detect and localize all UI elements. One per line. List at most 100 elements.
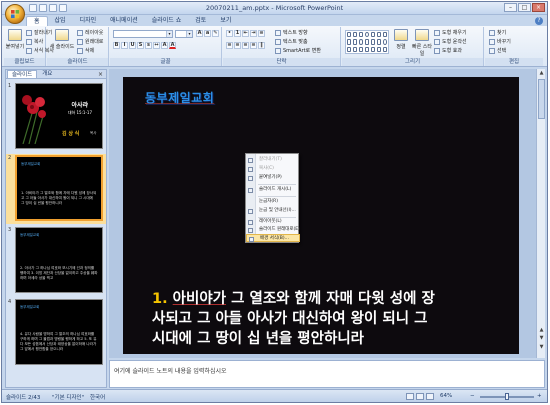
rectangle-shape-icon[interactable] — [371, 32, 375, 38]
tab-home[interactable]: 홈 — [26, 16, 48, 26]
columns-icon[interactable]: ‖ — [258, 42, 265, 49]
maximize-button[interactable]: □ — [518, 3, 531, 12]
shadow-icon[interactable]: s — [145, 42, 152, 49]
tab-view[interactable]: 보기 — [213, 16, 238, 26]
tab-slideshow[interactable]: 슬라이드 쇼 — [145, 16, 189, 26]
slide-thumbnail-1[interactable]: 1 아사랴 대하 15:1-17 김 상 식 목사 — [6, 82, 106, 152]
copy-button[interactable]: 복사 — [26, 38, 43, 45]
office-button[interactable] — [5, 4, 25, 24]
menu-item-format-background[interactable]: 배경 서식(B)... — [246, 234, 300, 242]
increase-indent-icon[interactable]: ⇥ — [250, 30, 257, 37]
star-shape-icon[interactable] — [371, 39, 375, 45]
scrollbar-thumb[interactable] — [538, 79, 545, 119]
zoom-level[interactable]: 64% — [440, 393, 452, 399]
line-shape-icon[interactable] — [383, 32, 387, 38]
arrow-shape-icon[interactable] — [359, 32, 363, 38]
text-direction-button[interactable]: 텍스트 방향 — [275, 29, 308, 36]
clear-format-icon[interactable]: ✎ — [212, 30, 219, 37]
shape-effects-button[interactable]: 도형 효과 — [434, 47, 462, 54]
layout-button[interactable]: 레이아웃 — [77, 29, 103, 36]
triangle-shape-icon[interactable] — [377, 32, 381, 38]
slide-thumbnail-4[interactable]: 4 동부제일교회 4. 유다 사람을 명하여 그 열조의 하나님 여호와를 구하… — [6, 298, 106, 368]
replace-button[interactable]: 바꾸기 — [489, 38, 511, 45]
select-button[interactable]: 선택 — [489, 47, 506, 54]
curve-shape-icon[interactable] — [377, 39, 381, 45]
oval-shape-icon[interactable] — [365, 32, 369, 38]
tab-animations[interactable]: 애니메이션 — [103, 16, 145, 26]
scroll-up-icon[interactable]: ▲ — [538, 70, 545, 77]
close-pane-icon[interactable]: × — [98, 71, 103, 78]
align-left-icon[interactable]: ≡ — [226, 42, 233, 49]
menu-item-grid-guides[interactable]: 눈금 및 안내선(I)... — [246, 207, 300, 215]
font-name-combo[interactable]: ▾ — [113, 30, 173, 38]
quick-styles-button[interactable]: 빠른 스타일 — [412, 29, 432, 57]
bullets-icon[interactable]: • — [226, 30, 233, 37]
tab-insert[interactable]: 삽입 — [48, 16, 73, 26]
italic-icon[interactable]: I — [121, 42, 128, 49]
bold-icon[interactable]: B — [113, 42, 120, 49]
rounded-rect-shape-icon[interactable] — [359, 39, 363, 45]
menu-item-paste[interactable]: 붙여넣기(P) — [246, 174, 300, 182]
line-spacing-icon[interactable]: ≡ — [258, 30, 265, 37]
align-center-icon[interactable]: ≡ — [234, 42, 241, 49]
grow-font-icon[interactable]: A — [196, 30, 203, 37]
new-slide-button[interactable]: 새 슬라이드 — [49, 29, 75, 56]
scroll-up-icon[interactable]: ▲ — [538, 327, 545, 334]
tab-outline[interactable]: 개요 — [38, 70, 56, 78]
scroll-down-icon[interactable]: ▼ — [538, 344, 545, 351]
vertical-scrollbar[interactable]: ▲ ▲ ▼ ▼ — [536, 69, 545, 358]
language-indicator[interactable]: 한국어 — [90, 393, 105, 401]
underline-icon[interactable]: U — [129, 42, 136, 49]
numbering-icon[interactable]: 1 — [234, 30, 241, 37]
slide-thumbnail-2[interactable]: 2 동부제일교회 1. 아비야가 그 열조와 함께 자매 다윗 성에 장사되고 … — [6, 154, 106, 224]
slide-thumbnail-3[interactable]: 3 동부제일교회 2. 아사가 그 하나님 여호와 보시기에 선과 정의를 행하… — [6, 226, 106, 296]
arrow-shape-icon[interactable] — [353, 39, 357, 45]
menu-item-cut[interactable]: 잘라내기(T) — [246, 156, 300, 164]
decrease-indent-icon[interactable]: ⇤ — [242, 30, 249, 37]
shrink-font-icon[interactable]: a — [204, 30, 211, 37]
strikethrough-icon[interactable]: S — [137, 42, 144, 49]
font-color-icon[interactable]: A — [169, 42, 176, 49]
menu-item-ruler[interactable]: 눈금자(R) — [246, 198, 300, 206]
arrow-shape-icon[interactable] — [347, 46, 351, 52]
normal-view-icon[interactable] — [406, 393, 414, 400]
tab-design[interactable]: 디자인 — [73, 16, 104, 26]
slideshow-icon[interactable] — [426, 393, 434, 400]
zoom-in-icon[interactable]: + — [537, 393, 542, 399]
paste-button[interactable]: 붙여넣기 — [5, 29, 25, 56]
rectangle-shape-icon[interactable] — [371, 46, 375, 52]
textbox-shape-icon[interactable] — [347, 39, 351, 45]
smartart-button[interactable]: SmartArt로 변환 — [275, 47, 321, 54]
verse-textbox[interactable]: 1. 아비야가 그 열조와 함께 자매 다윗 성에 장 사되고 그 아들 아사가… — [152, 289, 512, 349]
tab-review[interactable]: 검토 — [188, 16, 213, 26]
shape-outline-button[interactable]: 도형 윤곽선 — [434, 38, 467, 45]
slide-sorter-icon[interactable] — [416, 393, 424, 400]
reset-button[interactable]: 원래대로 — [77, 38, 103, 45]
zoom-out-icon[interactable]: − — [470, 393, 475, 399]
align-right-icon[interactable]: ≡ — [242, 42, 249, 49]
menu-item-new-slide[interactable]: 슬라이드 개시(L) — [246, 186, 300, 194]
brace-shape-icon[interactable] — [365, 39, 369, 45]
star-shape-icon[interactable] — [359, 46, 363, 52]
arrow-shape-icon[interactable] — [365, 46, 369, 52]
find-button[interactable]: 찾기 — [489, 29, 506, 36]
shapes-gallery[interactable] — [345, 30, 389, 54]
oval-shape-icon[interactable] — [383, 39, 387, 45]
shape-fill-button[interactable]: 도형 채우기 — [434, 29, 467, 36]
minimize-button[interactable]: – — [504, 3, 517, 12]
heart-shape-icon[interactable] — [377, 46, 381, 52]
current-slide[interactable]: 동부제일교회 1. 아비야가 그 열조와 함께 자매 다윗 성에 장 사되고 그… — [123, 77, 519, 354]
rectangle-shape-icon[interactable] — [347, 32, 351, 38]
scroll-down-icon[interactable]: ▼ — [538, 335, 545, 342]
close-button[interactable]: × — [532, 3, 545, 12]
align-text-button[interactable]: 텍스트 맞춤 — [275, 38, 308, 45]
menu-item-copy[interactable]: 복사(C) — [246, 165, 300, 173]
church-title[interactable]: 동부제일교회 — [145, 89, 214, 106]
notes-pane[interactable]: 여기에 슬라이드 노트의 내용을 입력하십시오 — [109, 360, 545, 388]
help-icon[interactable]: ? — [535, 17, 543, 25]
menu-item-layout[interactable]: 레이아웃(L) — [246, 218, 300, 226]
line-shape-icon[interactable] — [353, 32, 357, 38]
change-case-icon[interactable]: A — [161, 42, 168, 49]
zoom-slider-knob[interactable] — [505, 393, 509, 400]
menu-item-reset-slide[interactable]: 슬라이드 원래대로(E) — [246, 226, 300, 234]
